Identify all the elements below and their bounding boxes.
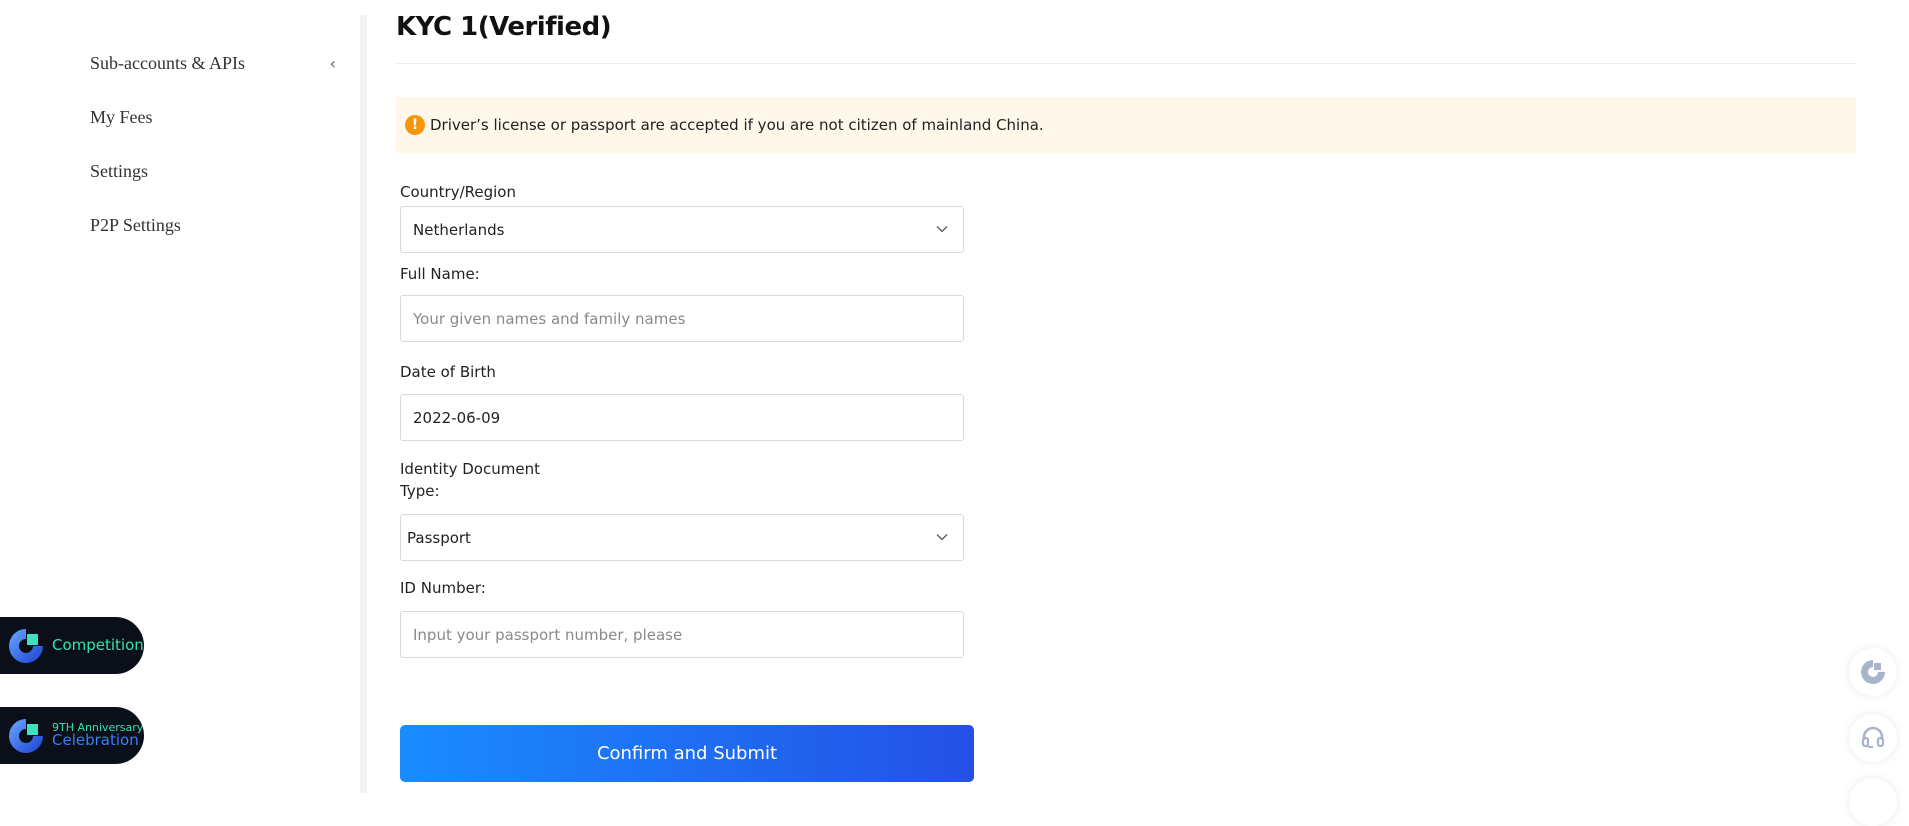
- notice-banner: ! Driver’s license or passport are accep…: [396, 97, 1856, 153]
- dob-field[interactable]: [400, 394, 964, 441]
- support-floating-button[interactable]: [1849, 714, 1897, 762]
- dob-label: Date of Birth: [400, 363, 496, 381]
- headset-support-icon: [1861, 726, 1885, 748]
- sidebar-item-label: My Fees: [90, 106, 153, 127]
- country-value: Netherlands: [413, 220, 505, 239]
- sidebar-item-label: P2P Settings: [90, 214, 181, 235]
- id-type-value: Passport: [407, 528, 471, 547]
- sidebar-item-settings[interactable]: Settings: [90, 151, 340, 191]
- chevron-left-icon: ‹: [329, 53, 336, 73]
- country-label: Country/Region: [400, 183, 516, 201]
- id-number-label: ID Number:: [400, 579, 486, 597]
- confirm-submit-button[interactable]: Confirm and Submit: [400, 725, 974, 782]
- dob-input[interactable]: [413, 395, 963, 440]
- sidebar-item-label: Settings: [90, 160, 149, 181]
- promo-label-bottom: Celebration: [52, 731, 139, 750]
- brand-logo-icon: [1861, 660, 1885, 684]
- page-title: KYC 1(Verified): [396, 12, 612, 42]
- id-type-label-line2: Type:: [400, 482, 440, 500]
- competition-promo-button[interactable]: Competition: [0, 617, 144, 674]
- full-name-field[interactable]: [400, 295, 964, 342]
- id-type-label-line1: Identity Document: [400, 460, 540, 478]
- id-type-label: Identity Document Type:: [400, 458, 540, 502]
- chevron-down-icon: [936, 226, 948, 233]
- extra-floating-button[interactable]: [1849, 778, 1897, 826]
- sidebar-item-p2p-settings[interactable]: P2P Settings: [90, 205, 340, 245]
- id-number-field[interactable]: [400, 611, 964, 658]
- brand-logo-icon: [4, 714, 48, 758]
- chevron-down-icon: [936, 534, 948, 541]
- panel-divider: [360, 15, 367, 793]
- full-name-input[interactable]: [413, 296, 963, 341]
- sidebar-item-my-fees[interactable]: My Fees: [90, 97, 340, 137]
- sidebar-item-cutoff[interactable]: [90, 0, 340, 16]
- id-type-select[interactable]: Passport: [400, 514, 964, 561]
- full-name-label: Full Name:: [400, 265, 480, 283]
- sidebar: Sub-accounts & APIs ‹ My Fees Settings P…: [0, 0, 360, 793]
- brand-floating-button[interactable]: [1849, 648, 1897, 696]
- promo-label: Competition: [52, 635, 144, 654]
- title-divider: [396, 63, 1856, 64]
- sidebar-item-label: Sub-accounts & APIs: [90, 52, 245, 73]
- id-number-input[interactable]: [413, 612, 963, 657]
- sidebar-item-sub-accounts[interactable]: Sub-accounts & APIs ‹: [90, 43, 340, 83]
- warning-icon: !: [405, 115, 425, 135]
- notice-text: Driver’s license or passport are accepte…: [430, 116, 1044, 134]
- anniversary-promo-button[interactable]: 9TH Anniversary Celebration: [0, 707, 144, 764]
- country-select[interactable]: Netherlands: [400, 206, 964, 253]
- brand-logo-icon: [4, 624, 48, 668]
